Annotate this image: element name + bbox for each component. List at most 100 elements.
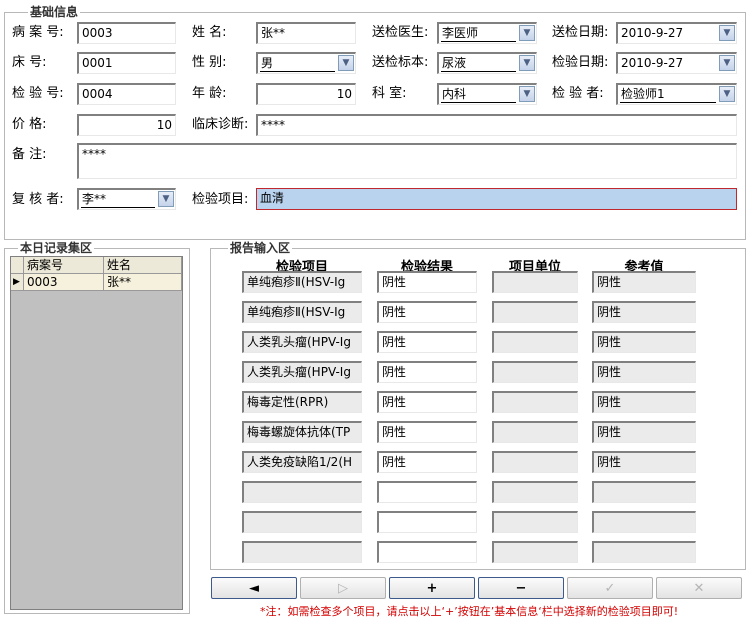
age-label: 年 龄: (192, 86, 227, 101)
report-item-cell[interactable] (242, 481, 362, 503)
dept-label: 科 室: (372, 86, 407, 101)
records-title: 本日记录集区 (18, 241, 95, 255)
table-row-case-no[interactable]: 0003 (24, 274, 104, 291)
report-unit-cell[interactable] (492, 361, 578, 383)
report-unit-cell[interactable] (492, 301, 578, 323)
tester-select[interactable]: 检验师1 ▼ (616, 83, 737, 105)
report-result-field[interactable]: 阴性 (377, 361, 477, 383)
add-item-button[interactable]: + (389, 577, 475, 599)
remarks-label: 备 注: (12, 147, 47, 162)
prev-record-button[interactable]: ◄ (211, 577, 297, 599)
gender-select[interactable]: 男 ▼ (256, 52, 356, 74)
name-field[interactable]: 张** (256, 22, 356, 44)
chevron-down-icon[interactable]: ▼ (719, 55, 735, 71)
report-unit-cell[interactable] (492, 331, 578, 353)
report-reference-cell[interactable]: 阴性 (592, 451, 696, 473)
report-item-cell[interactable] (242, 511, 362, 533)
report-unit-cell[interactable] (492, 541, 578, 563)
report-result-field[interactable]: 阴性 (377, 421, 477, 443)
report-item-cell[interactable]: 人类乳头瘤(HPV-Ig (242, 361, 362, 383)
next-record-button[interactable]: ▷ (300, 577, 386, 599)
chevron-down-icon[interactable]: ▼ (719, 86, 735, 102)
report-result-field[interactable] (377, 541, 477, 563)
test-date-value: 2010-9-27 (621, 56, 684, 70)
report-item-cell[interactable]: 单纯疱疹Ⅱ(HSV-Ig (242, 301, 362, 323)
chevron-down-icon[interactable]: ▼ (519, 25, 535, 41)
chevron-down-icon[interactable]: ▼ (158, 191, 174, 207)
records-grid[interactable]: 病案号 姓名 ▶ 0003 张** (10, 256, 183, 610)
report-item-cell[interactable]: 单纯疱疹Ⅱ(HSV-Ig (242, 271, 362, 293)
case-no-field[interactable]: 0003 (77, 22, 176, 44)
report-unit-cell[interactable] (492, 271, 578, 293)
price-field[interactable]: 10 (77, 114, 176, 136)
report-item-cell[interactable]: 梅毒定性(RPR) (242, 391, 362, 413)
dept-value: 内科 (441, 86, 516, 103)
age-field[interactable]: 10 (256, 83, 356, 105)
report-item-cell[interactable]: 人类免疫缺陷1/2(H (242, 451, 362, 473)
specimen-value: 尿液 (441, 55, 516, 72)
report-reference-cell[interactable]: 阴性 (592, 331, 696, 353)
report-reference-cell[interactable]: 阴性 (592, 391, 696, 413)
report-reference-cell[interactable]: 阴性 (592, 301, 696, 323)
report-reference-cell[interactable]: 阴性 (592, 361, 696, 383)
report-unit-cell[interactable] (492, 481, 578, 503)
report-unit-cell[interactable] (492, 511, 578, 533)
test-no-field[interactable]: 0004 (77, 83, 176, 105)
specimen-label: 送检标本: (372, 55, 429, 70)
report-result-field[interactable] (377, 481, 477, 503)
reviewer-label: 复 核 者: (12, 192, 64, 207)
row-indicator-icon: ▶ (11, 274, 24, 291)
report-item-cell[interactable]: 梅毒螺旋体抗体(TP (242, 421, 362, 443)
report-unit-cell[interactable] (492, 451, 578, 473)
basic-info-title: 基础信息 (28, 5, 81, 19)
report-result-field[interactable]: 阴性 (377, 451, 477, 473)
doctor-label: 送检医生: (372, 25, 429, 40)
report-reference-cell[interactable]: 阴性 (592, 271, 696, 293)
report-result-field[interactable]: 阴性 (377, 301, 477, 323)
report-reference-cell[interactable]: 阴性 (592, 421, 696, 443)
chevron-down-icon[interactable]: ▼ (338, 55, 354, 71)
report-unit-cell[interactable] (492, 421, 578, 443)
tester-label: 检 验 者: (552, 86, 604, 101)
delete-item-button[interactable]: − (478, 577, 564, 599)
reviewer-value: 李** (81, 191, 155, 208)
doctor-select[interactable]: 李医师 ▼ (437, 22, 537, 44)
report-result-field[interactable]: 阴性 (377, 271, 477, 293)
report-reference-cell[interactable] (592, 541, 696, 563)
doctor-value: 李医师 (441, 25, 516, 42)
test-date-picker[interactable]: 2010-9-27 ▼ (616, 52, 737, 74)
diagnosis-field[interactable]: **** (256, 114, 737, 136)
report-result-field[interactable]: 阴性 (377, 391, 477, 413)
chevron-down-icon[interactable]: ▼ (519, 55, 535, 71)
send-date-value: 2010-9-27 (621, 26, 684, 40)
cancel-button[interactable]: ✕ (656, 577, 742, 599)
grid-header-name[interactable]: 姓名 (104, 257, 182, 274)
diagnosis-label: 临床诊断: (192, 117, 249, 132)
report-reference-cell[interactable] (592, 511, 696, 533)
test-item-field[interactable]: 血清 (256, 188, 737, 210)
reviewer-select[interactable]: 李** ▼ (77, 188, 176, 210)
price-label: 价 格: (12, 117, 47, 132)
send-date-label: 送检日期: (552, 25, 609, 40)
specimen-select[interactable]: 尿液 ▼ (437, 52, 537, 74)
gender-value: 男 (260, 55, 335, 72)
name-label: 姓 名: (192, 25, 227, 40)
chevron-down-icon[interactable]: ▼ (719, 25, 735, 41)
report-unit-cell[interactable] (492, 391, 578, 413)
grid-header-case-no[interactable]: 病案号 (24, 257, 104, 274)
report-title: 报告输入区 (228, 241, 293, 255)
save-button[interactable]: ✓ (567, 577, 653, 599)
report-item-cell[interactable] (242, 541, 362, 563)
gender-label: 性 别: (192, 55, 227, 70)
remarks-field[interactable]: **** (77, 143, 737, 179)
bed-no-field[interactable]: 0001 (77, 52, 176, 74)
report-result-field[interactable]: 阴性 (377, 331, 477, 353)
report-item-cell[interactable]: 人类乳头瘤(HPV-Ig (242, 331, 362, 353)
dept-select[interactable]: 内科 ▼ (437, 83, 537, 105)
case-no-label: 病 案 号: (12, 25, 64, 40)
report-result-field[interactable] (377, 511, 477, 533)
send-date-picker[interactable]: 2010-9-27 ▼ (616, 22, 737, 44)
chevron-down-icon[interactable]: ▼ (519, 86, 535, 102)
table-row-name[interactable]: 张** (104, 274, 182, 291)
report-reference-cell[interactable] (592, 481, 696, 503)
